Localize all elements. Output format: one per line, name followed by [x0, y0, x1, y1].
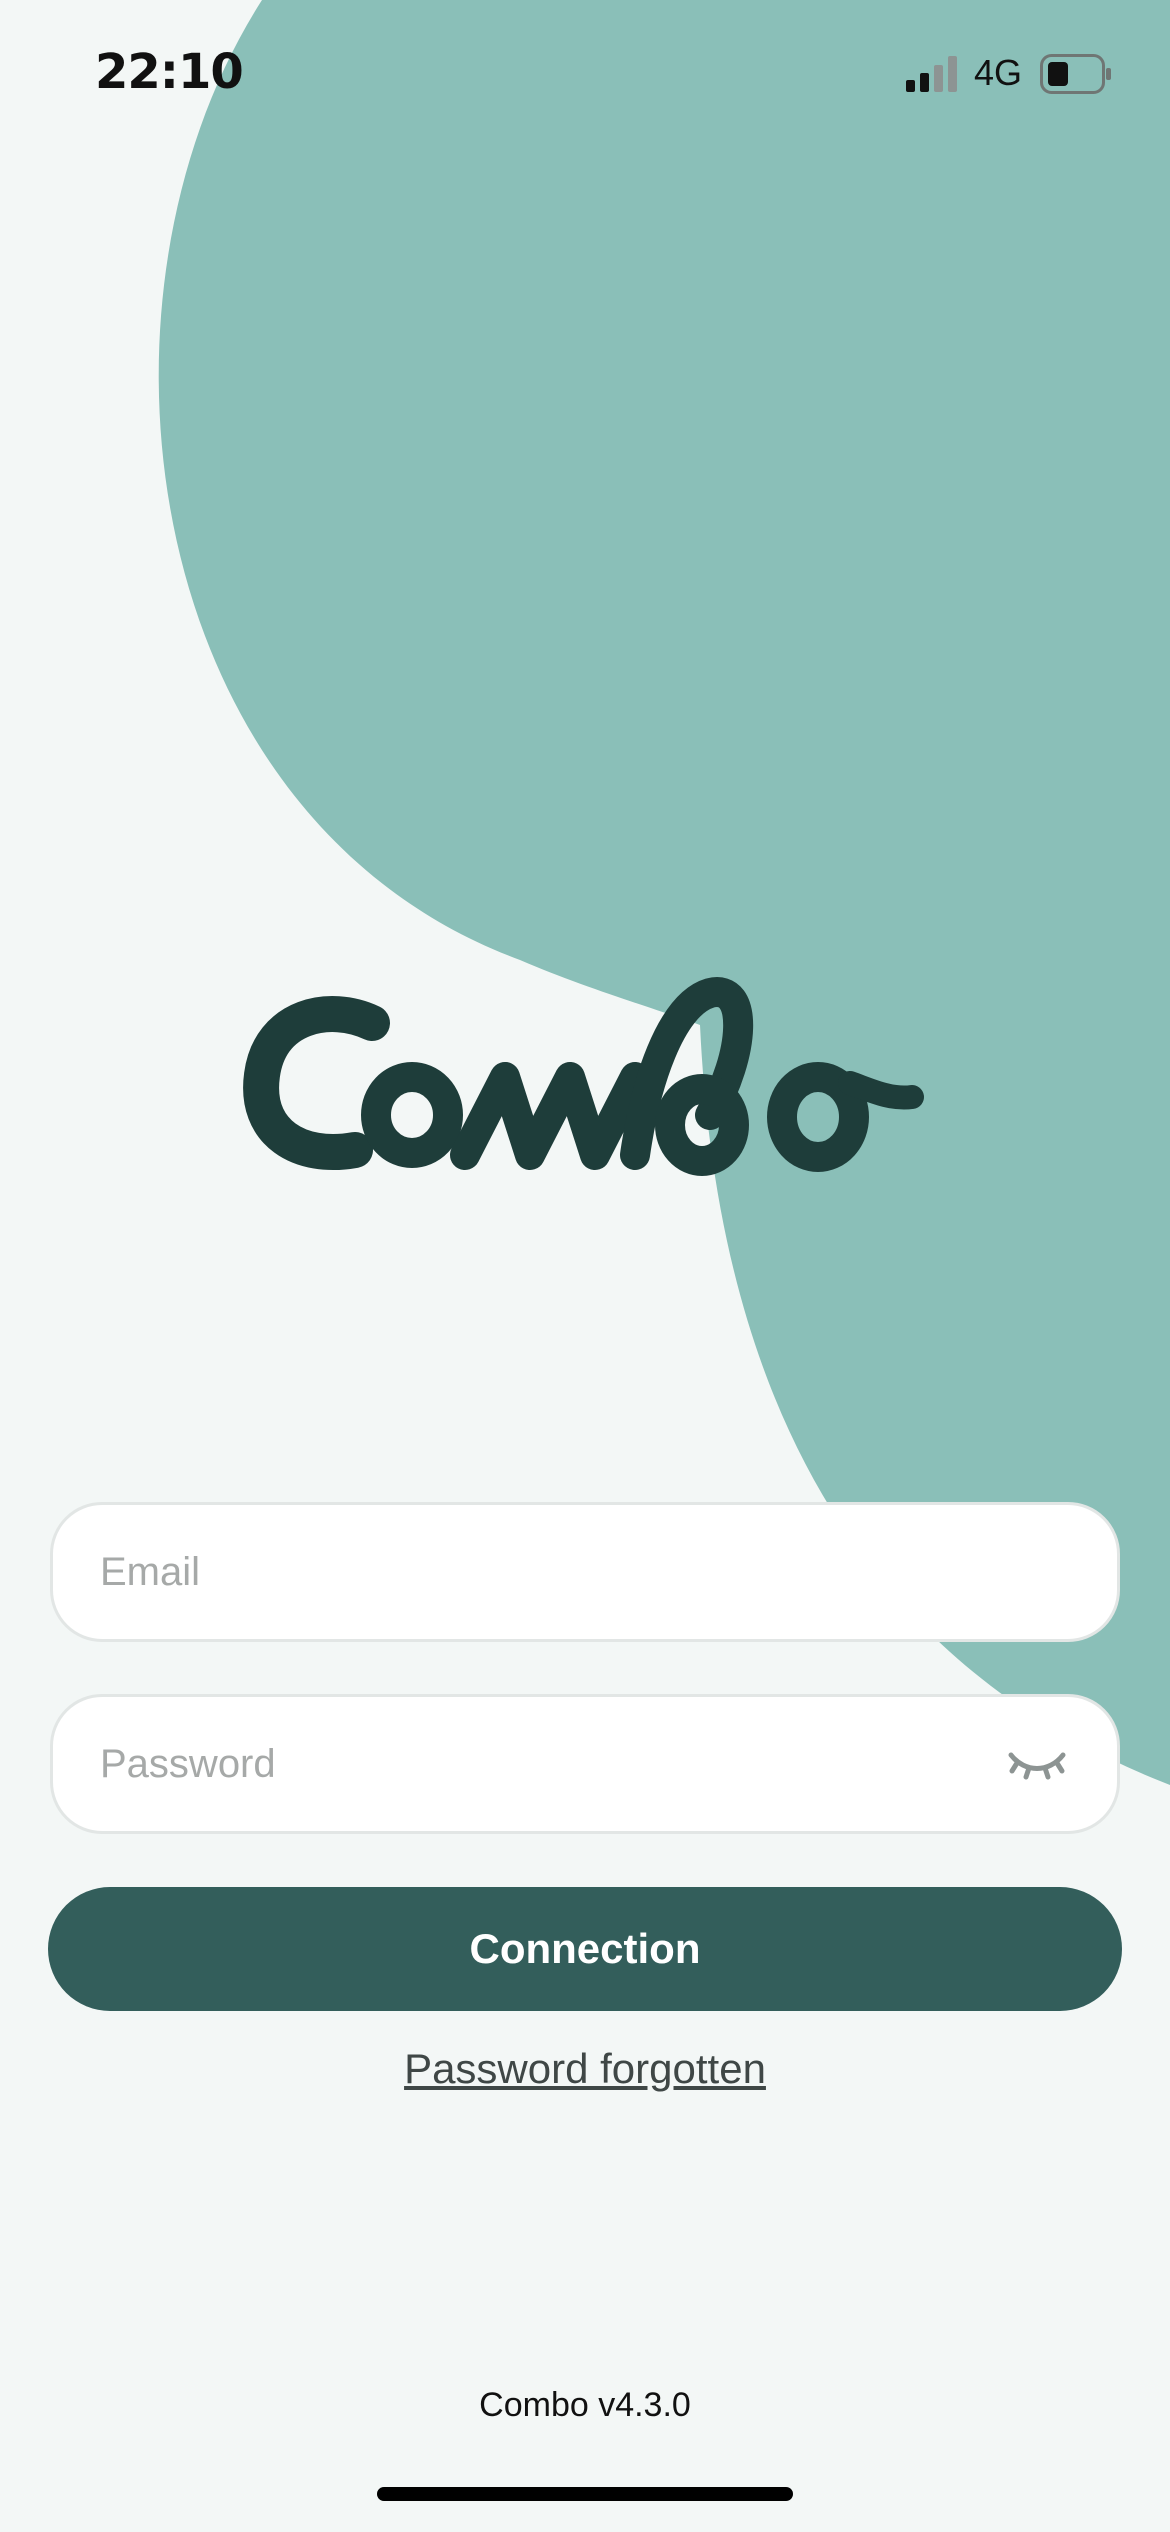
combo-logo: [243, 977, 924, 1176]
connection-button[interactable]: Connection: [48, 1887, 1122, 2011]
password-field[interactable]: [50, 1694, 1120, 1834]
network-type: 4G: [974, 52, 1023, 93]
password-input[interactable]: [100, 1697, 980, 1831]
app-version: Combo v4.3.0: [479, 2386, 691, 2424]
eye-closed-icon[interactable]: [1007, 1743, 1067, 1783]
email-field[interactable]: [50, 1502, 1120, 1642]
battery-icon: [1040, 54, 1111, 94]
home-indicator[interactable]: [377, 2487, 793, 2501]
email-input[interactable]: [100, 1505, 980, 1639]
background-shape: [158, 0, 1170, 1785]
cellular-signal-icon: [906, 56, 957, 92]
password-forgotten-link[interactable]: Password forgotten: [0, 2045, 1170, 2093]
status-time: 22:10: [95, 44, 244, 100]
